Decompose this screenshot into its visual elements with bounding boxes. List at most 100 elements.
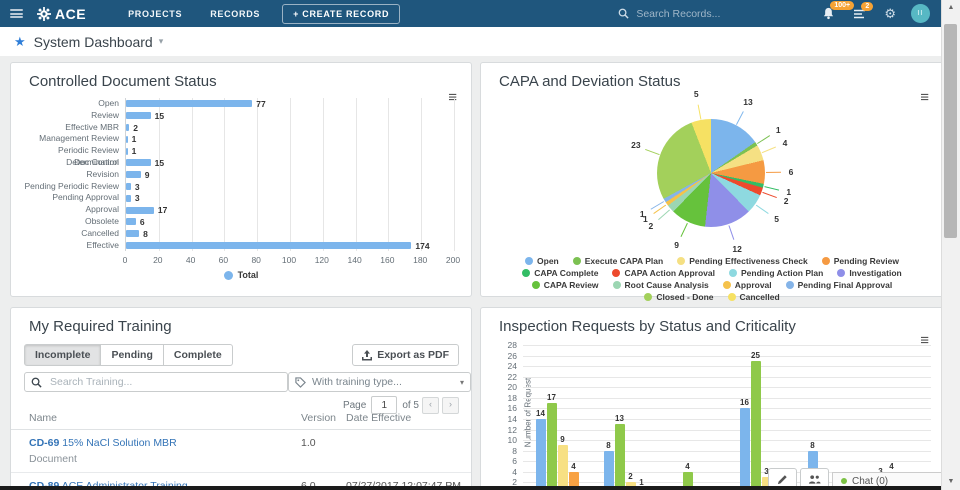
pie-legend-item[interactable]: Open (525, 256, 559, 266)
pie-legend-item[interactable]: Pending Action Plan (729, 268, 823, 278)
column-value-label: 4 (685, 462, 689, 471)
tab-pending[interactable]: Pending (101, 344, 163, 366)
app-logo[interactable]: ACE (37, 6, 86, 22)
top-navbar: ACE PROJECTS RECORDS + CREATE RECORD Sea… (0, 0, 942, 27)
hamburger-menu-icon[interactable] (10, 9, 23, 18)
panel-title: Inspection Requests by Status and Critic… (499, 318, 796, 335)
prev-page-button[interactable]: ‹ (422, 397, 439, 414)
pie-slice-value: 23 (631, 140, 640, 150)
brand-name: ACE (55, 6, 86, 22)
bar (126, 136, 128, 143)
bar (126, 218, 136, 225)
window-bottom-edge (0, 486, 942, 490)
export-pdf-button[interactable]: Export as PDF (352, 344, 459, 366)
pie-chart-legend: Open Execute CAPA Plan Pending Effectivene… (493, 256, 931, 302)
training-search-input[interactable] (48, 375, 281, 389)
training-record-link[interactable]: CD-69 15% NaCl Solution MBR (29, 437, 177, 449)
bar-value-label: 1 (132, 134, 137, 144)
bar-chart-category-axis: OpenReviewEffective MBRManagement Review… (11, 98, 119, 251)
pie-slice-value: 1 (776, 125, 781, 135)
bar-category-label: Periodic Review Determination (11, 145, 119, 157)
scroll-up-icon[interactable]: ▲ (942, 4, 960, 11)
bar-category-label: Obsolete (11, 216, 119, 228)
column-value-label: 25 (751, 351, 760, 360)
column-chart-plot: 2468101214161820222426281417948132141625… (523, 345, 931, 490)
bar-category-label: Cancelled (11, 228, 119, 240)
pie-legend-item[interactable]: Investigation (837, 268, 901, 278)
training-type-placeholder: With training type... (312, 376, 460, 388)
pie-slice-value: 4 (783, 138, 788, 148)
tab-incomplete[interactable]: Incomplete (24, 344, 101, 366)
pie-legend-item[interactable]: Root Cause Analysis (613, 280, 709, 290)
column-bar (536, 419, 546, 490)
nav-item-records[interactable]: RECORDS (210, 9, 260, 19)
column-bar (615, 424, 625, 490)
settings-button[interactable]: ⚙ (884, 7, 896, 20)
page-label: Page (343, 400, 366, 411)
bar (126, 159, 151, 166)
training-table: Name Version Date Effective CD-69 15% Na… (11, 412, 471, 490)
legend-dot (224, 271, 233, 280)
panel-title: My Required Training (29, 318, 172, 335)
pie-legend-item[interactable]: Approval (723, 280, 772, 290)
pie-legend-item[interactable]: Execute CAPA Plan (573, 256, 663, 266)
page-title[interactable]: System Dashboard (34, 34, 153, 50)
search-icon (618, 8, 629, 19)
col-name: Name (29, 412, 301, 424)
column-value-label: 16 (740, 398, 749, 407)
bar-value-label: 15 (155, 111, 164, 121)
bar-chart-plot: 7715211159331768174 (125, 98, 454, 251)
record-version: 1.0 (301, 437, 346, 465)
column-bar (740, 408, 750, 490)
controlled-document-status-panel: Controlled Document Status ≡ OpenReviewE… (10, 62, 472, 297)
bar (126, 171, 141, 178)
ace-gear-icon (37, 7, 51, 21)
pie-legend-item[interactable]: Pending Effectiveness Check (677, 256, 808, 266)
search-icon (31, 377, 42, 388)
dashboard-dropdown-caret-icon[interactable]: ▾ (159, 36, 164, 47)
tag-icon (295, 377, 306, 388)
tab-complete[interactable]: Complete (164, 344, 233, 366)
next-page-button[interactable]: › (442, 397, 459, 414)
bar (126, 195, 131, 202)
bar-value-label: 1 (132, 146, 137, 156)
column-value-label: 2 (628, 472, 632, 481)
scrollbar-thumb[interactable] (944, 24, 957, 238)
pie-legend-item[interactable]: Closed - Done (644, 292, 713, 302)
pie-legend-item[interactable]: Pending Final Approval (786, 280, 893, 290)
pencil-icon (777, 474, 788, 485)
pie-legend-item[interactable]: CAPA Action Approval (612, 268, 715, 278)
bar-category-label: Effective MBR (11, 122, 119, 134)
training-status-tabs: Incomplete Pending Complete (24, 344, 233, 366)
col-version: Version (301, 412, 346, 424)
pie-legend-item[interactable]: CAPA Review (532, 280, 599, 290)
pie-legend-item[interactable]: Cancelled (728, 292, 780, 302)
column-bar (751, 361, 761, 490)
pie-legend-item[interactable]: Pending Review (822, 256, 899, 266)
user-avatar[interactable]: II (911, 4, 930, 23)
favorite-star-icon[interactable]: ★ (14, 34, 26, 50)
bar-value-label: 6 (140, 217, 145, 227)
page-scrollbar[interactable]: ▲ ▼ (941, 0, 960, 490)
training-type-dropdown[interactable]: With training type... ▾ (288, 372, 471, 392)
notifications-button[interactable]: 100+ (822, 7, 835, 20)
pie-slice-value: 12 (732, 244, 741, 254)
global-search[interactable]: Search Records... (618, 8, 813, 20)
bar-chart-legend[interactable]: Total (11, 270, 471, 280)
create-record-button[interactable]: + CREATE RECORD (282, 4, 400, 24)
inspection-requests-panel: Inspection Requests by Status and Critic… (480, 307, 944, 490)
nav-item-projects[interactable]: PROJECTS (128, 9, 182, 19)
pie-legend-item[interactable]: CAPA Complete (522, 268, 598, 278)
tasks-button[interactable]: 2 (853, 8, 866, 20)
bar-value-label: 2 (133, 123, 138, 133)
pie-slice-value: 2 (784, 196, 789, 206)
bar-category-label: Management Review (11, 133, 119, 145)
tasks-badge: 2 (861, 2, 873, 11)
bar (126, 112, 151, 119)
bar-category-label: Pending Periodic Review (11, 181, 119, 193)
pie-slice-value: 2 (649, 221, 654, 231)
bar (126, 230, 139, 237)
scroll-down-icon[interactable]: ▼ (942, 478, 960, 485)
bar (126, 242, 411, 249)
chat-status-dot (841, 478, 847, 484)
